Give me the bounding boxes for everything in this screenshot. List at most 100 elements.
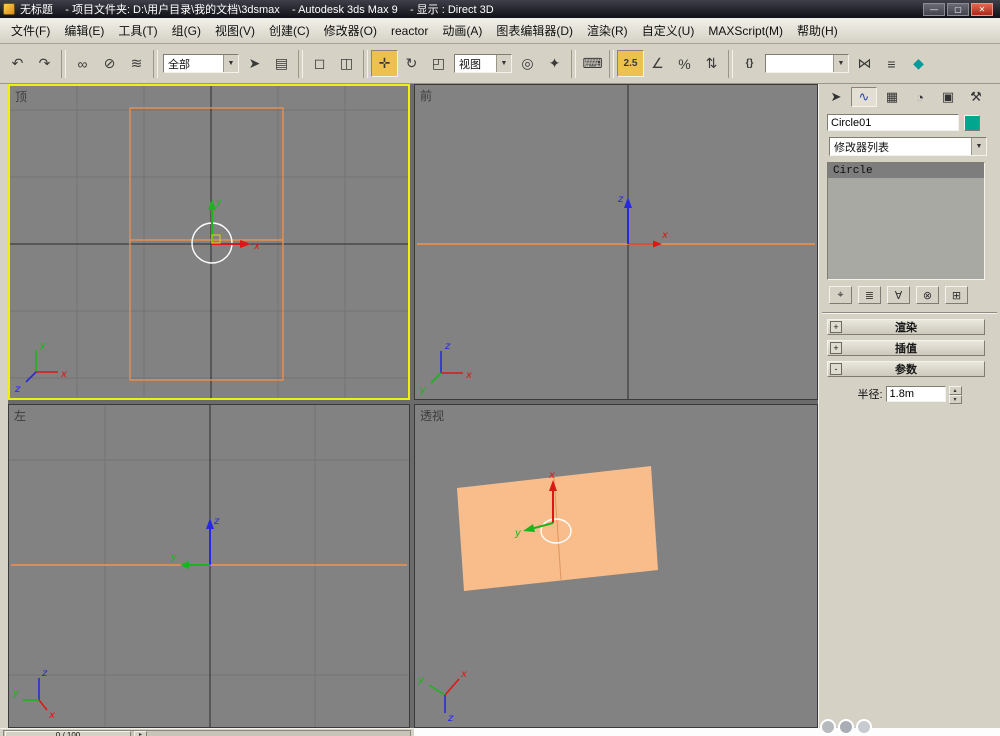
use-pivot-point-center-button[interactable]: ◎ <box>514 50 541 77</box>
close-button[interactable]: ✕ <box>971 3 993 16</box>
tab-create[interactable]: ➤ <box>823 87 849 107</box>
window-title: 无标题 - 项目文件夹: D:\用户目录\我的文档\3dsmax - Autod… <box>20 1 923 17</box>
title-bar[interactable]: 无标题 - 项目文件夹: D:\用户目录\我的文档\3dsmax - Autod… <box>0 0 1000 18</box>
select-and-link-button[interactable]: ∞ <box>69 50 96 77</box>
time-slider-handle[interactable]: 0 / 100 <box>5 731 131 736</box>
toolbar-separator <box>571 50 576 78</box>
spinner-up-icon[interactable]: ▴ <box>949 386 962 395</box>
spinner-down-icon[interactable]: ▾ <box>949 395 962 404</box>
minimize-button[interactable]: — <box>923 3 945 16</box>
menu-rendering[interactable]: 渲染(R) <box>584 20 631 41</box>
world-axis-tripod: z x y <box>419 341 472 396</box>
rollout-parameters[interactable]: - 参数 <box>827 361 985 377</box>
mirror-button[interactable]: ⋈ <box>851 50 878 77</box>
align-button[interactable]: ≡ <box>878 50 905 77</box>
menu-bar: 文件(F) 编辑(E) 工具(T) 组(G) 视图(V) 创建(C) 修改器(O… <box>0 18 1000 44</box>
menu-modifiers[interactable]: 修改器(O) <box>321 20 380 41</box>
select-by-name-button[interactable]: ▤ <box>268 50 295 77</box>
pin-stack-button[interactable]: ⌖ <box>829 286 852 304</box>
menu-tools[interactable]: 工具(T) <box>115 20 160 41</box>
modifier-stack-item[interactable]: Circle <box>828 163 984 178</box>
gizmo-y-label: y <box>170 552 178 563</box>
redo-button[interactable]: ↷ <box>31 50 58 77</box>
dropdown-arrow-icon[interactable]: ▼ <box>833 55 848 72</box>
viewport-perspective-label[interactable]: 透视 <box>420 407 444 424</box>
undo-button[interactable]: ↶ <box>4 50 31 77</box>
select-object-button[interactable]: ➤ <box>241 50 268 77</box>
viewport-left-canvas[interactable]: z y z y x <box>9 405 409 727</box>
gizmo-plane-handle[interactable] <box>212 235 220 243</box>
tab-utilities[interactable]: ⚒ <box>963 87 989 107</box>
viewport-front[interactable]: z x z x y 前 <box>414 84 818 400</box>
viewport-perspective[interactable]: x y x y z 透视 <box>414 404 818 728</box>
menu-create[interactable]: 创建(C) <box>266 20 313 41</box>
move-gizmo[interactable]: z y <box>170 516 220 569</box>
menu-graph-editors[interactable]: 图表编辑器(D) <box>493 20 576 41</box>
show-end-result-button[interactable]: ≣ <box>858 286 881 304</box>
menu-animation[interactable]: 动画(A) <box>439 20 485 41</box>
menu-views[interactable]: 视图(V) <box>212 20 258 41</box>
tab-modify[interactable]: ∿ <box>851 87 877 107</box>
viewport-front-label[interactable]: 前 <box>420 87 432 104</box>
material-editor-button[interactable]: ◆ <box>905 50 932 77</box>
reference-coordinate-dropdown[interactable]: 视图 ▼ <box>454 54 512 73</box>
radius-input[interactable] <box>886 386 946 402</box>
tab-hierarchy[interactable]: ▦ <box>879 87 905 107</box>
select-and-rotate-button[interactable]: ↻ <box>398 50 425 77</box>
select-and-manipulate-button[interactable]: ✦ <box>541 50 568 77</box>
menu-maxscript[interactable]: MAXScript(M) <box>705 22 786 40</box>
snap-toggle-25-button[interactable]: 2.5 <box>617 50 644 77</box>
dropdown-arrow-icon[interactable]: ▼ <box>496 55 511 72</box>
select-and-scale-button[interactable]: ◰ <box>425 50 452 77</box>
move-gizmo[interactable]: z x <box>617 194 668 248</box>
window-crossing-toggle-button[interactable]: ◫ <box>333 50 360 77</box>
menu-group[interactable]: 组(G) <box>169 20 204 41</box>
select-and-move-button[interactable]: ✛ <box>371 50 398 77</box>
object-color-swatch[interactable] <box>964 115 980 131</box>
unlink-selection-button[interactable]: ⊘ <box>96 50 123 77</box>
rollout-rendering[interactable]: + 渲染 <box>827 319 985 335</box>
named-selection-dropdown[interactable]: ▼ <box>765 54 849 73</box>
maximize-button[interactable]: ▢ <box>947 3 969 16</box>
make-unique-button[interactable]: ∀ <box>887 286 910 304</box>
remove-modifier-button[interactable]: ⊗ <box>916 286 939 304</box>
menu-file[interactable]: 文件(F) <box>8 20 53 41</box>
dropdown-arrow-icon[interactable]: ▼ <box>223 55 238 72</box>
percent-snap-button[interactable]: % <box>671 50 698 77</box>
modifier-stack[interactable]: Circle <box>827 162 985 280</box>
bind-to-space-warp-button[interactable]: ≋ <box>123 50 150 77</box>
rollout-toggle-icon[interactable]: + <box>830 342 842 354</box>
viewport-perspective-canvas[interactable]: x y x y z <box>415 405 817 727</box>
dropdown-arrow-icon[interactable]: ▼ <box>971 138 986 155</box>
modifier-list-dropdown[interactable]: 修改器列表 ▼ <box>829 137 987 156</box>
command-panel-tabs: ➤ ∿ ▦ ◔ ▣ ⚒ <box>819 84 1000 109</box>
edit-named-selection-sets-button[interactable]: {} <box>736 50 763 77</box>
spinner-snap-button[interactable]: ⇅ <box>698 50 725 77</box>
angle-snap-button[interactable]: ∠ <box>644 50 671 77</box>
object-name-input[interactable] <box>827 114 959 131</box>
configure-modifier-sets-button[interactable]: ⊞ <box>945 286 968 304</box>
next-frame-button[interactable]: ▸ <box>134 731 147 736</box>
menu-reactor[interactable]: reactor <box>388 22 431 40</box>
tripod-z-label: z <box>14 384 21 395</box>
viewport-left-label[interactable]: 左 <box>14 407 26 424</box>
menu-help[interactable]: 帮助(H) <box>794 20 841 41</box>
workspace: y x y x z 顶 <box>0 84 1000 728</box>
gizmo-z-label: z <box>617 194 624 205</box>
viewport-front-canvas[interactable]: z x z x y <box>415 85 817 399</box>
viewport-top-label[interactable]: 顶 <box>15 88 27 105</box>
rollout-toggle-icon[interactable]: - <box>830 363 842 375</box>
menu-customize[interactable]: 自定义(U) <box>639 20 698 41</box>
viewport-top-canvas[interactable]: y x y x z <box>10 86 408 398</box>
tab-motion[interactable]: ◔ <box>907 87 933 107</box>
menu-edit[interactable]: 编辑(E) <box>61 20 107 41</box>
keyboard-shortcut-override-button[interactable]: ⌨ <box>579 50 606 77</box>
tab-display[interactable]: ▣ <box>935 87 961 107</box>
selection-filter-dropdown[interactable]: 全部 ▼ <box>163 54 239 73</box>
rollout-toggle-icon[interactable]: + <box>830 321 842 333</box>
viewport-left[interactable]: z y z y x 左 <box>8 404 410 728</box>
time-slider-track[interactable]: 0 / 100 ▸ <box>3 730 411 736</box>
rollout-interpolation[interactable]: + 插值 <box>827 340 985 356</box>
rectangular-selection-region-button[interactable]: ◻ <box>306 50 333 77</box>
viewport-top[interactable]: y x y x z 顶 <box>8 84 410 400</box>
